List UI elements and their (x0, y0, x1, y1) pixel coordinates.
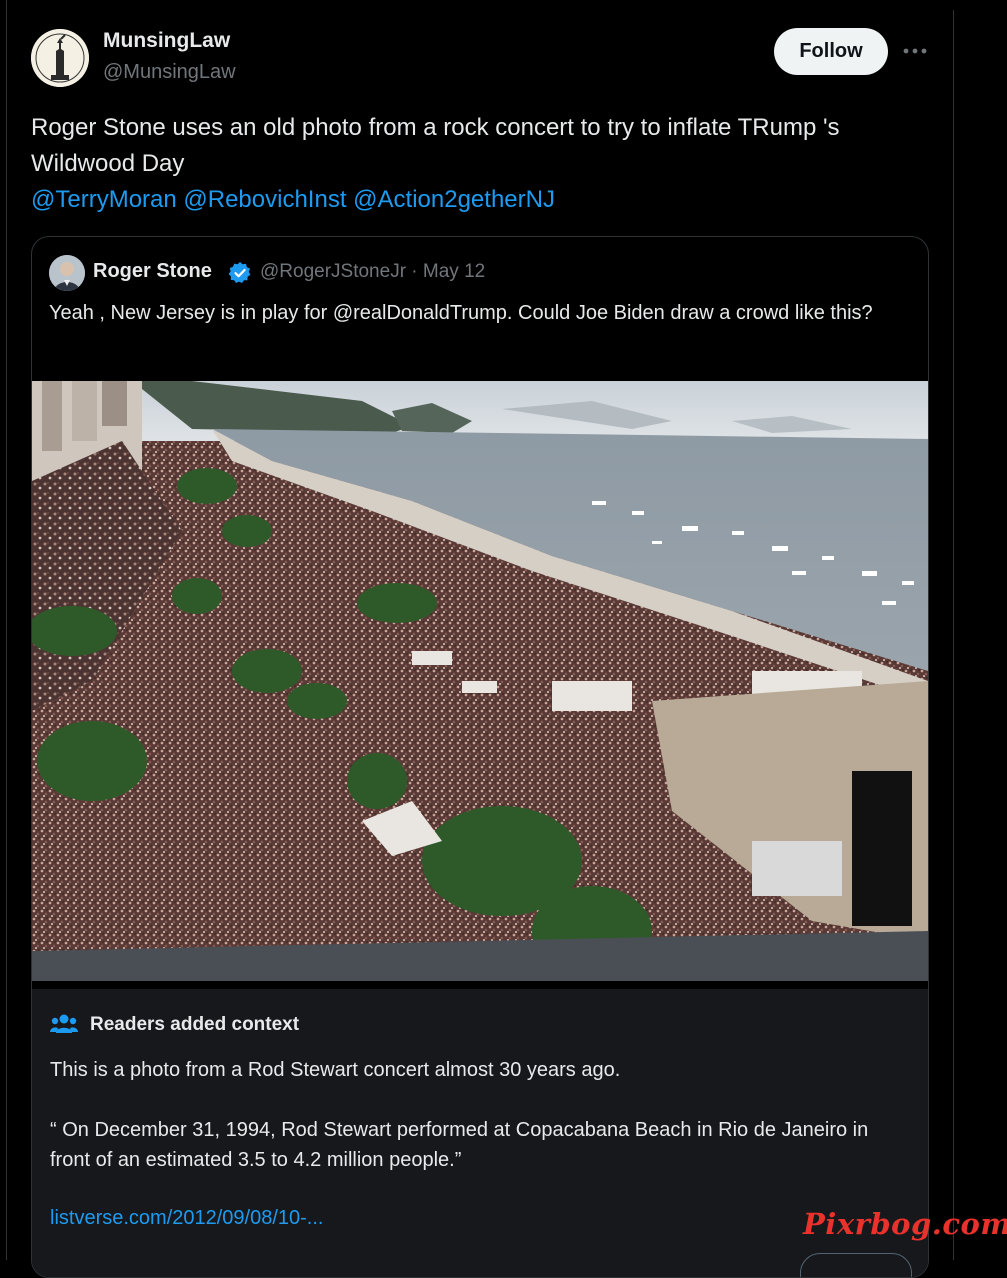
quoted-tweet[interactable]: Roger Stone @RogerJStoneJr · May 12 Yeah… (31, 236, 929, 1278)
context-body: This is a photo from a Rod Stewart conce… (50, 1059, 621, 1081)
author-avatar[interactable] (31, 29, 89, 87)
tweet-text-line: Wildwood Day (31, 150, 185, 177)
tweet-text-line: Roger Stone uses an old photo from a roc… (31, 114, 840, 141)
quoted-handle-date[interactable]: @RogerJStoneJr · May 12 (260, 261, 485, 283)
context-rate-button[interactable] (800, 1253, 912, 1277)
quoted-photo[interactable] (32, 381, 928, 981)
people-icon (50, 1013, 78, 1035)
tweet-text: Roger Stone uses an old photo from a roc… (31, 110, 931, 218)
author-display-name[interactable]: MunsingLaw (103, 29, 230, 53)
context-quote: “ On December 31, 1994, Rod Stewart perf… (50, 1119, 869, 1171)
column-border-right (953, 10, 954, 1260)
more-options-icon[interactable] (900, 38, 930, 64)
tweet-mentions[interactable]: @TerryMoran @RebovichInst @Action2gether… (31, 182, 931, 218)
verified-badge-icon (228, 261, 252, 285)
watermark: Pixrbog.com (803, 1207, 1007, 1241)
readers-context-panel: Readers added context This is a photo fr… (32, 989, 928, 1277)
quoted-avatar[interactable] (49, 255, 85, 291)
quoted-author-name[interactable]: Roger Stone (93, 260, 212, 283)
context-source-link[interactable]: listverse.com/2012/09/08/10-... (50, 1207, 323, 1230)
follow-button[interactable]: Follow (774, 28, 888, 75)
column-border-left (6, 0, 7, 1260)
context-title: Readers added context (90, 1014, 300, 1035)
author-handle[interactable]: @MunsingLaw (103, 61, 236, 84)
quoted-text: Yeah , New Jersey is in play for @realDo… (49, 302, 873, 324)
